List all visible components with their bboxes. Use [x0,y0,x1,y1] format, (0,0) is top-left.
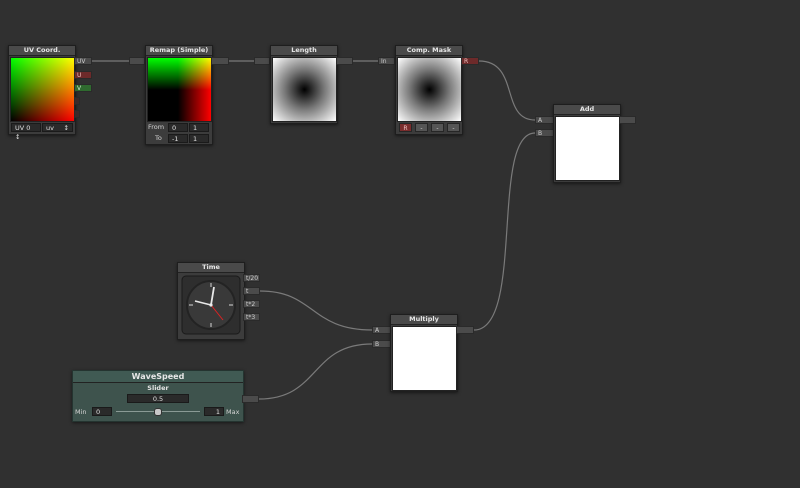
wavespeed-max-label: Max [226,408,240,416]
multiply-node[interactable]: Multiply [390,314,458,392]
remap-title: Remap (Simple) [146,46,212,56]
wavespeed-slider-node[interactable]: WaveSpeed Slider 0.5 Min 0 1 Max [72,370,244,422]
uv-set-chevron-icon: ↕ [15,133,21,141]
remap-input[interactable] [129,57,145,65]
remap-preview [147,57,212,122]
uv-channel-chevron-icon: ↕ [63,124,69,132]
mask-channel-g[interactable]: - [415,123,428,132]
uv-output-w[interactable] [74,97,80,105]
multiply-input-b[interactable]: B [372,340,391,348]
uv-set-select[interactable]: UV 0 ↕ [11,123,41,141]
clock-icon [181,275,241,335]
remap-from-min[interactable]: 0 [168,123,188,132]
wire-multiply-to-add [473,132,536,331]
uv-output-v[interactable]: V [74,84,92,92]
mask-channel-b[interactable]: - [431,123,444,132]
multiply-title: Multiply [391,315,457,325]
wavespeed-output[interactable] [242,395,259,403]
uv-coord-title: UV Coord. [9,46,75,56]
wavespeed-title: WaveSpeed [73,371,243,383]
remap-output[interactable] [211,57,229,65]
remap-to-max[interactable]: 1 [189,134,209,143]
add-title: Add [554,105,620,115]
mask-title: Comp. Mask [396,46,462,56]
wavespeed-max-field[interactable]: 1 [204,407,224,416]
component-mask-node[interactable]: Comp. Mask R - - - [395,45,463,135]
wire-mask-to-add [478,60,536,121]
mask-channel-r[interactable]: R [399,123,412,132]
wavespeed-slider-thumb[interactable] [154,408,162,416]
mask-preview [397,57,462,122]
multiply-preview [392,326,457,391]
time-node[interactable]: Time [177,262,245,340]
time-output-t[interactable]: t [243,287,260,295]
time-output-t3[interactable]: t*3 [243,313,260,321]
add-input-b[interactable]: B [535,129,554,137]
add-output[interactable] [619,116,636,124]
wire-time-to-multiply [259,290,373,331]
remap-to-label: To [155,134,162,142]
remap-from-max[interactable]: 1 [189,123,209,132]
uv-coord-node[interactable]: UV Coord. UV 0 ↕ uv ↕ [8,45,76,141]
wavespeed-min-label: Min [75,408,87,416]
mask-channel-a[interactable]: - [447,123,460,132]
length-title: Length [271,46,337,56]
time-output-t2[interactable]: t*2 [243,300,260,308]
time-output-t20[interactable]: t/20 [243,274,260,282]
remap-to-min[interactable]: -1 [168,134,188,143]
uv-output-t[interactable] [74,110,80,118]
wavespeed-min-field[interactable]: 0 [92,407,112,416]
wavespeed-value-field[interactable]: 0.5 [127,394,189,403]
uv-output-u[interactable]: U [74,71,92,79]
uv-output-uv[interactable]: UV [74,57,92,65]
wire-slider-to-multiply [258,343,373,400]
length-input[interactable] [254,57,270,65]
add-input-a[interactable]: A [535,116,554,124]
add-node[interactable]: Add [553,104,621,183]
mask-input[interactable]: In [378,57,395,65]
mask-output-r[interactable]: R [461,57,479,65]
remap-simple-node[interactable]: Remap (Simple) From 0 1 To -1 1 [145,45,213,145]
time-title: Time [178,263,244,273]
add-preview [555,116,620,181]
length-output[interactable] [336,57,353,65]
wavespeed-subtitle: Slider [147,384,169,392]
multiply-input-a[interactable]: A [372,326,391,334]
uv-channel-select[interactable]: uv ↕ [42,123,73,132]
length-node[interactable]: Length [270,45,338,124]
remap-from-label: From [148,123,165,131]
multiply-output[interactable] [456,326,474,334]
uv-coord-preview [10,57,75,122]
length-preview [272,57,337,122]
